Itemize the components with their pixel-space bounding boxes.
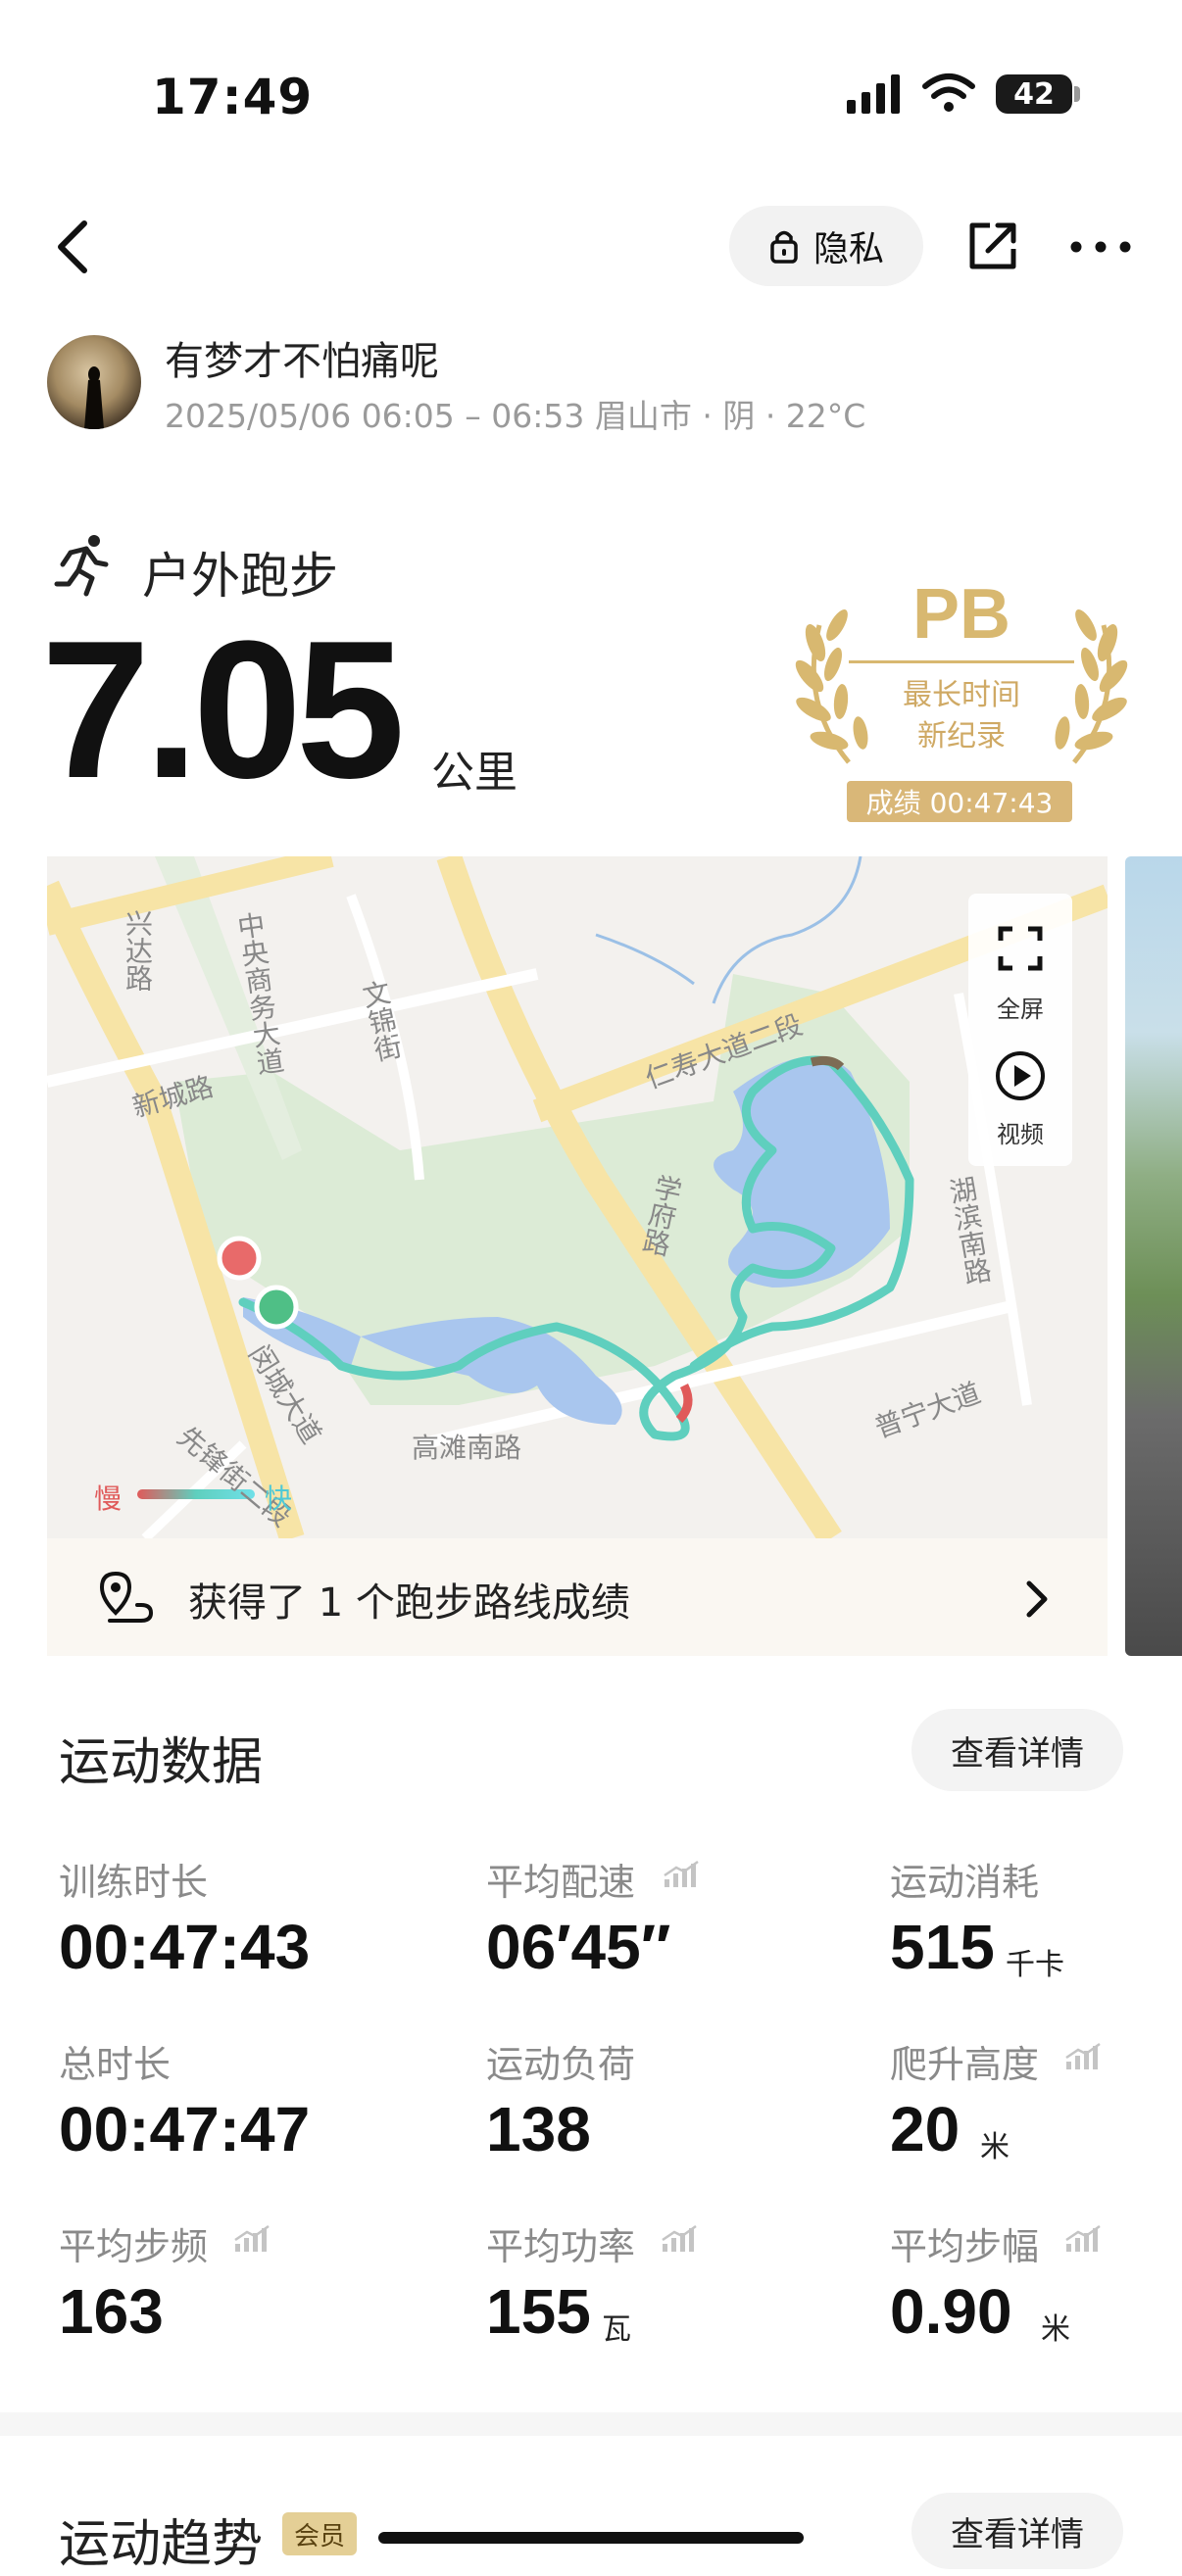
stat-value: 00:47:47: [59, 2094, 311, 2164]
share-icon[interactable]: [966, 219, 1019, 272]
route-map[interactable]: 兴达路 中央商务大道 文锦街 新城路 仁寿大道二段 学府路 湖滨南路 高滩南路 …: [47, 856, 1108, 1538]
stat-value: 163: [59, 2276, 164, 2347]
status-time: 17:49: [152, 69, 314, 125]
stat-value: 00:47:43: [59, 1912, 311, 1982]
stat-unit: 米: [1041, 2312, 1070, 2347]
sport-type: 户外跑步: [142, 548, 338, 605]
stats-title: 运动数据: [59, 1733, 264, 1792]
stat-label: 运动负荷: [486, 2043, 636, 2086]
stat-label: 平均功率: [486, 2225, 636, 2268]
stat-value: 0.90: [890, 2276, 1012, 2347]
stat-value: 138: [486, 2094, 591, 2164]
distance-value: 7.05: [41, 601, 405, 819]
side-photo[interactable]: [1125, 856, 1182, 1656]
stat-label: 平均步频: [59, 2225, 209, 2268]
route-pin-icon: [99, 1571, 154, 1623]
trend-detail-button[interactable]: 查看详情: [911, 2493, 1123, 2569]
user-name[interactable]: 有梦才不怕痛呢: [165, 329, 439, 386]
section-divider: [0, 2412, 1182, 2436]
running-icon: [54, 535, 109, 597]
legend-fast: 快: [265, 1482, 293, 1515]
pb-title: PB: [911, 575, 1011, 654]
pb-divider: [849, 660, 1074, 663]
fullscreen-icon[interactable]: [997, 925, 1044, 972]
lock-icon: [770, 230, 798, 264]
stat-unit: 米: [980, 2130, 1010, 2164]
home-indicator[interactable]: [378, 2532, 804, 2544]
stat-value: 515: [890, 1912, 995, 1982]
stat-label: 平均步幅: [890, 2225, 1040, 2268]
stat-label: 总时长: [59, 2043, 172, 2086]
fullscreen-label[interactable]: 全屏: [968, 990, 1072, 1024]
map-label: 高滩南路: [412, 1432, 522, 1464]
pb-line1: 最长时间: [903, 678, 1020, 712]
stat-value: 06′45″: [486, 1912, 671, 1982]
stat-label: 运动消耗: [890, 1861, 1040, 1904]
stats-detail-button[interactable]: 查看详情: [911, 1709, 1123, 1791]
privacy-button[interactable]: 隐私: [729, 206, 923, 286]
trend-title: 运动趋势: [59, 2515, 264, 2574]
back-icon[interactable]: [51, 218, 94, 276]
signal-icon: [847, 74, 900, 114]
chevron-right-icon[interactable]: [1025, 1580, 1051, 1619]
legend-slow: 慢: [94, 1482, 123, 1515]
stat-label: 训练时长: [59, 1861, 209, 1904]
trend-chart-icon[interactable]: [1064, 2042, 1102, 2071]
stat-unit: 千卡: [1006, 1948, 1064, 1982]
avatar-figure: [84, 366, 104, 429]
workout-meta: 2025/05/06 06:05 – 06:53 眉山市 · 阴 · 22°C: [165, 397, 866, 435]
route-message[interactable]: 获得了 1 个跑步路线成绩: [188, 1571, 630, 1628]
battery-tip: [1074, 86, 1080, 102]
stat-value: 155: [486, 2276, 591, 2347]
trend-chart-icon[interactable]: [1064, 2224, 1102, 2254]
trend-chart-icon[interactable]: [663, 1860, 700, 1889]
stat-unit: 瓦: [602, 2312, 631, 2347]
trend-chart-icon[interactable]: [661, 2224, 698, 2254]
pb-score: 成绩 00:47:43: [847, 781, 1072, 822]
wifi-icon: [922, 73, 975, 112]
pb-line2: 新纪录: [917, 719, 1006, 753]
more-icon[interactable]: [1070, 235, 1131, 259]
avatar[interactable]: [47, 335, 141, 429]
map-label: 兴达路: [122, 909, 154, 992]
battery-indicator: 42: [996, 74, 1072, 114]
distance-unit: 公里: [431, 748, 517, 798]
privacy-label: 隐私: [813, 229, 884, 269]
member-badge: 会员: [282, 2512, 357, 2555]
video-play-icon[interactable]: [995, 1050, 1046, 1101]
trend-chart-icon[interactable]: [233, 2224, 271, 2254]
stat-value: 20: [890, 2094, 960, 2164]
video-label[interactable]: 视频: [968, 1115, 1072, 1149]
stat-label: 爬升高度: [890, 2043, 1040, 2086]
stat-label: 平均配速: [486, 1861, 636, 1904]
